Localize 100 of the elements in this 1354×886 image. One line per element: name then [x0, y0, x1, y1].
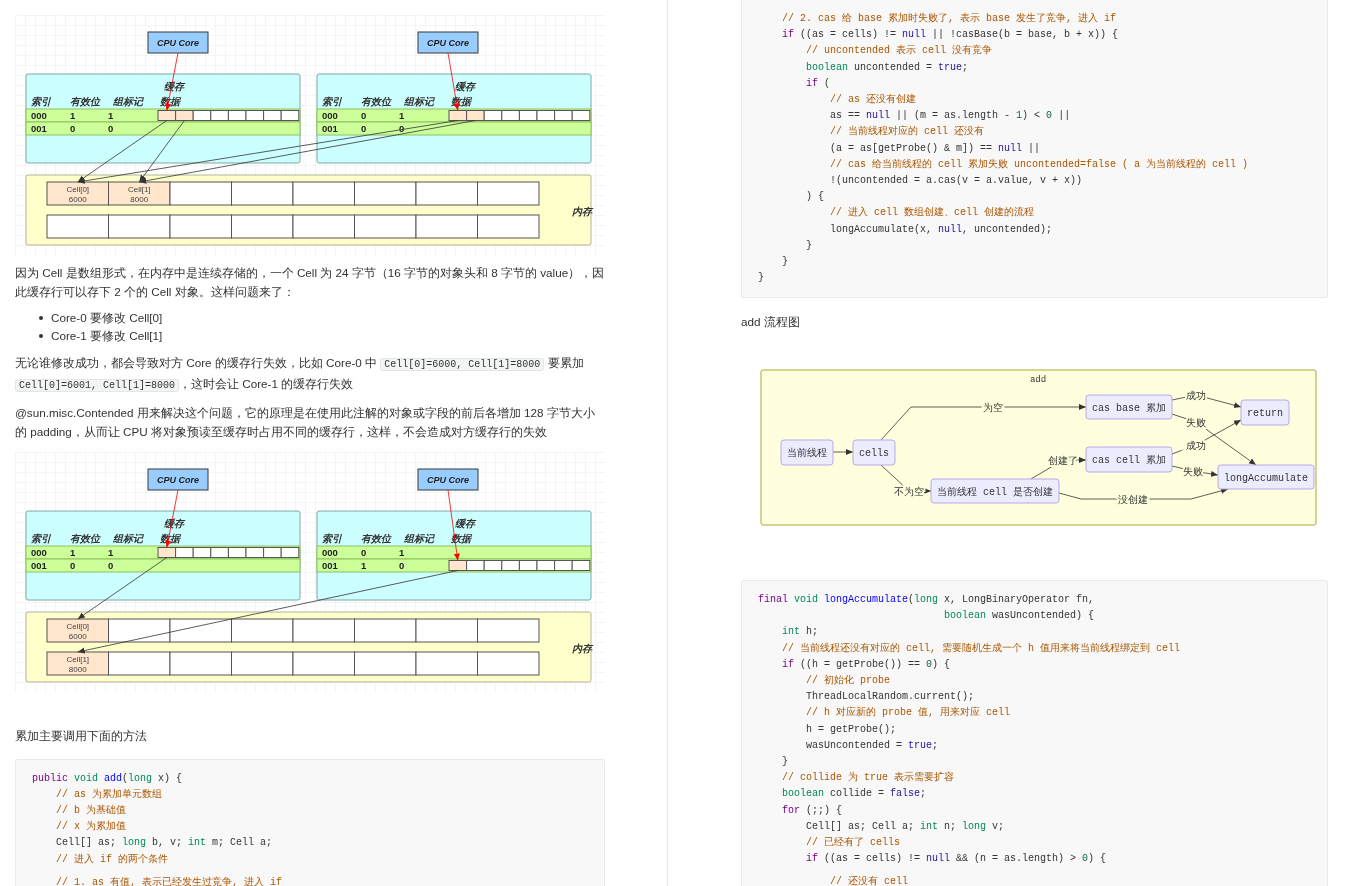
- code-line: // collide 为 true 表示需要扩容: [781, 770, 955, 786]
- cpu-core-box: CPU Core: [417, 31, 479, 54]
- cache-value: 1: [399, 547, 405, 558]
- column-header: 组标记: [404, 96, 434, 107]
- code-line: // 初始化 probe: [805, 673, 891, 688]
- flowchart-title: add: [1029, 374, 1047, 385]
- code-line: final void longAccumulate(long x, LongBinaryOperator fn,: [758, 592, 1095, 607]
- column-header: 组标记: [113, 533, 143, 544]
- cache-value: 001: [322, 123, 338, 134]
- code-line: int h;: [781, 625, 819, 640]
- flowchart-node: 当前线程 cell 是否创建: [930, 478, 1060, 504]
- memory-cell: Cell[1] 8000: [108, 181, 171, 206]
- cache-value: 0: [108, 123, 114, 134]
- column-header: 有效位: [361, 96, 391, 107]
- cache-title: 缓存: [455, 518, 475, 529]
- list-item: Core-1 要修改 Cell[1]: [51, 328, 163, 344]
- code-line: longAccumulate(x, null, uncontended);: [829, 222, 1053, 237]
- column-header: 组标记: [404, 533, 434, 544]
- column-header: 索引: [31, 96, 51, 107]
- cpu-core-box: CPU Core: [147, 468, 209, 491]
- code-line: // 2. cas 给 base 累加时失败了, 表示 base 发生了竞争, 进入 if: [781, 11, 1117, 26]
- paragraph: add 流程图: [741, 314, 801, 331]
- paragraph: 无论谁修改成功，都会导致对方 Core 的缓存行失效，比如 Core-0 中 Cell[0]=6000, Cell[1]=8000 要累加 Cell[0]=6001, Cell[1]=8000 ，这时会让 Core-1 的缓存行失效: [15, 355, 585, 394]
- bullet-icon: [39, 316, 43, 320]
- list-item: Core-0 要修改 Cell[0]: [51, 310, 163, 326]
- code-line: // uncontended 表示 cell 没有竞争: [805, 43, 993, 59]
- code-line: ThreadLocalRandom.current();: [805, 690, 975, 705]
- cpu-core-box: CPU Core: [147, 31, 209, 54]
- cache-value: 001: [31, 123, 47, 134]
- code-line: Cell[] as; long b, v; int m; Cell a;: [55, 836, 273, 851]
- code-line: // as 为累加单元数组: [55, 787, 162, 802]
- code-line: // as 还没有创建: [829, 93, 917, 107]
- bullet-icon: [39, 334, 43, 338]
- code-line: if ((as = cells) != null && (n = as.length) > 0) {: [805, 852, 1107, 867]
- column-header: 组标记: [113, 96, 143, 107]
- code-line: if ((as = cells) != null || !casBase(b = base, b + x)) {: [781, 28, 1119, 43]
- code-line: (a = as[getProbe() & m]) == null ||: [829, 141, 1041, 156]
- code-line: // 当前线程还没有对应的 cell, 需要随机生成一个 h 值用来将当前线程绑定到 cell: [781, 641, 1181, 656]
- cache-title: 缓存: [455, 81, 475, 92]
- cache-value: 001: [322, 560, 338, 571]
- code-line: if ((h = getProbe()) == 0) {: [781, 657, 951, 672]
- edge-label: 创建了: [1048, 455, 1078, 467]
- code-line: as == null || (m = as.length - 1) < 0 ||: [829, 109, 1071, 124]
- code-line: // 进入 cell 数组创建、cell 创建的流程: [829, 205, 1035, 221]
- edge-label: 成功: [1186, 440, 1206, 452]
- code-line: if (: [805, 76, 831, 91]
- column-header: 有效位: [70, 96, 100, 107]
- column-header: 索引: [322, 533, 342, 544]
- code-line: // x 为累加值: [55, 819, 126, 835]
- cache-value: 000: [322, 547, 338, 558]
- cache-value: 1: [70, 547, 76, 558]
- cache-value: 0: [399, 123, 405, 134]
- memory-cell: Cell[0] 6000: [46, 181, 109, 206]
- paragraph: 累加主要调用下面的方法: [15, 728, 148, 744]
- column-header: 索引: [322, 96, 342, 107]
- code-line: Cell[] as; Cell a; int n; long v;: [805, 819, 1005, 834]
- code-line: // 还没有 cell: [829, 875, 909, 886]
- flowchart-node: cas base 累加: [1085, 394, 1173, 420]
- code-line: h = getProbe();: [805, 722, 897, 737]
- flowchart-node: longAccumulate: [1217, 464, 1315, 490]
- edge-label: 不为空: [894, 486, 924, 498]
- flowchart-node: cells: [852, 439, 896, 466]
- code-line: // cas 给当前线程的 cell 累加失败 uncontended=false ( a 为当前线程的 cell ): [829, 157, 1249, 172]
- code-line: }: [758, 271, 764, 286]
- memory-cell: Cell[1] 8000: [46, 651, 109, 676]
- code-line: }: [781, 255, 788, 270]
- cache-value: 1: [70, 110, 76, 121]
- cache-value: 1: [108, 110, 114, 121]
- cache-value: 1: [361, 560, 367, 571]
- code-line: boolean collide = false;: [781, 787, 927, 802]
- cache-value: 0: [70, 123, 76, 134]
- code-line: !(uncontended = a.cas(v = a.value, v + x)): [829, 174, 1083, 189]
- paragraph: 因为 Cell 是数组形式，在内存中是连续存储的，一个 Cell 为 24 字节（16 字节的对象头和 8 字节的 value），因此缓存行可以存下 2 个的 Cell 对象。这样问题来了：: [15, 265, 605, 300]
- flowchart-node: cas cell 累加: [1085, 446, 1173, 473]
- flowchart-node: return: [1240, 399, 1290, 426]
- code-line: ) {: [805, 190, 824, 205]
- code-line: }: [781, 755, 788, 769]
- code-line: wasUncontended = true;: [805, 738, 939, 753]
- cache-value: 0: [361, 110, 367, 121]
- edge-label: 没创建: [1118, 494, 1148, 506]
- edge-label: 失败: [1186, 417, 1206, 429]
- cache-value: 0: [108, 560, 114, 571]
- code-line: boolean wasUncontended) {: [943, 609, 1095, 624]
- flowchart-node: 当前线程: [780, 439, 834, 466]
- column-header: 索引: [31, 533, 51, 544]
- memory-label: 内存: [572, 643, 592, 654]
- code-line: // b 为基础值: [55, 803, 126, 818]
- code-line: // 已经有了 cells: [805, 836, 901, 850]
- column-header: 有效位: [361, 533, 391, 544]
- cpu-core-box: CPU Core: [417, 468, 479, 491]
- code-line: // h 对应新的 probe 值, 用来对应 cell: [805, 705, 1011, 721]
- cache-value: 000: [31, 547, 47, 558]
- cache-value: 0: [70, 560, 76, 571]
- column-header: 有效位: [70, 533, 100, 544]
- cache-value: 000: [31, 110, 47, 121]
- code-line: public void add(long x) {: [32, 771, 183, 786]
- cache-value: 1: [399, 110, 405, 121]
- cache-value: 1: [108, 547, 114, 558]
- cache-value: 000: [322, 110, 338, 121]
- memory-label: 内存: [572, 206, 592, 217]
